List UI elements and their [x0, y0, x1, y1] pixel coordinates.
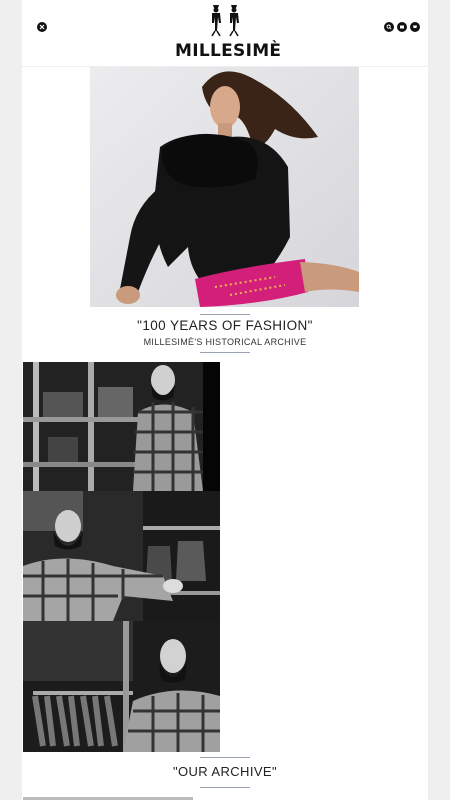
- section-title-fashion: "100 YEARS OF FASHION": [137, 318, 313, 333]
- archive-clothing-rack-illustration: [23, 621, 220, 752]
- account-icon[interactable]: [397, 22, 407, 32]
- logo-figures-icon: [211, 5, 239, 37]
- archive-handbags-illustration: [23, 491, 220, 621]
- site-header: MILLESIMÈ: [22, 0, 428, 67]
- page-container: MILLESIMÈ "100 YEARS OF FASHION" MILLESI…: [22, 0, 428, 800]
- title-divider-bottom: [200, 352, 250, 353]
- brand-name: MILLESIMÈ: [175, 41, 282, 61]
- brand-logo[interactable]: MILLESIMÈ: [175, 2, 282, 64]
- hero-model-illustration: [90, 67, 359, 307]
- hero-image[interactable]: [90, 67, 359, 307]
- section-title-our-archive: "OUR ARCHIVE": [172, 764, 277, 779]
- archive-photo-3[interactable]: [23, 621, 220, 752]
- archive-photo-1[interactable]: [23, 362, 220, 491]
- archive-divider-top: [200, 757, 250, 758]
- archive-photo-2[interactable]: [23, 491, 220, 621]
- title-divider-top: [200, 314, 250, 315]
- close-icon[interactable]: [37, 22, 47, 32]
- archive-shelves-illustration: [23, 362, 220, 491]
- section-subtitle-archive: MILLESIMÈ'S HISTORICAL ARCHIVE: [143, 337, 307, 347]
- cart-icon[interactable]: [410, 22, 420, 32]
- search-icon[interactable]: [384, 22, 394, 32]
- archive-divider-bottom: [200, 787, 250, 788]
